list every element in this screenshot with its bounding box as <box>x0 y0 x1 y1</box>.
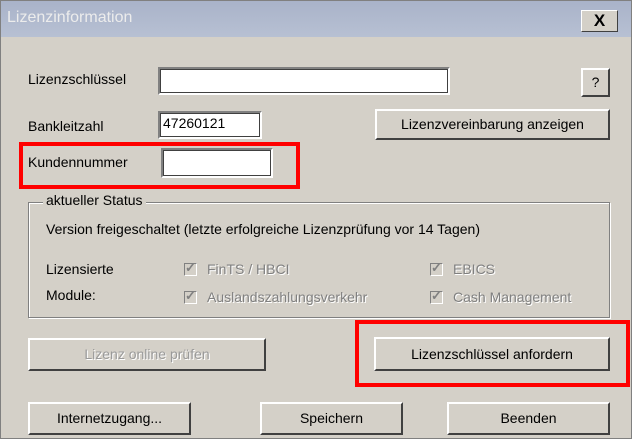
customer-number-highlight <box>19 142 300 189</box>
module-ebics-label: EBICS <box>453 261 496 277</box>
save-button[interactable]: Speichern <box>260 402 403 435</box>
modules-label-line1: Lizensierte <box>46 261 114 277</box>
license-dialog: Lizenzinformation X Lizenzschlüssel ? Ba… <box>0 0 632 439</box>
bank-code-label: Bankleitzahl <box>28 118 104 134</box>
bank-code-input[interactable]: 47260121 <box>158 111 262 139</box>
module-foreign-payments-checkbox <box>184 288 197 304</box>
exit-button[interactable]: Beenden <box>447 402 610 435</box>
modules-label-line2: Module: <box>46 287 96 303</box>
internet-access-button[interactable]: Internetzugang... <box>28 402 191 435</box>
check-license-online-label: Lizenz online prüfen <box>84 346 210 362</box>
license-key-input[interactable] <box>158 67 450 95</box>
status-group-label: aktueller Status <box>43 192 146 208</box>
module-cash-management-checkbox <box>430 288 443 304</box>
check-license-online-button: Lizenz online prüfen <box>28 338 266 371</box>
help-button[interactable]: ? <box>581 68 610 97</box>
status-text: Version freigeschaltet (letzte erfolgrei… <box>46 221 480 237</box>
show-agreement-button[interactable]: Lizenzvereinbarung anzeigen <box>375 109 610 140</box>
module-cash-management-label: Cash Management <box>453 289 572 305</box>
request-key-highlight <box>355 320 630 387</box>
module-ebics-checkbox <box>430 260 443 276</box>
close-button[interactable]: X <box>581 10 618 32</box>
module-fints-checkbox <box>184 260 197 276</box>
title-bar[interactable]: Lizenzinformation X <box>1 1 631 37</box>
module-fints-label: FinTS / HBCI <box>207 261 290 277</box>
module-foreign-payments-label: Auslandszahlungsverkehr <box>207 289 368 305</box>
window-title: Lizenzinformation <box>7 9 133 26</box>
license-key-label: Lizenzschlüssel <box>28 71 127 87</box>
